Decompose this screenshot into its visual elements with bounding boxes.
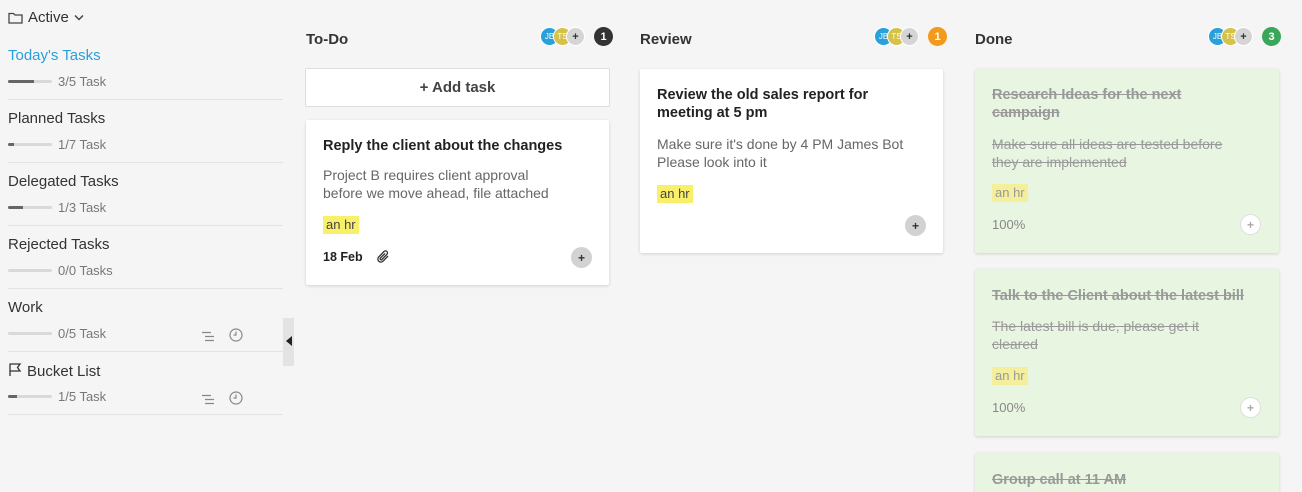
- sidebar-item-rejected-tasks[interactable]: Rejected Tasks 0/0 Tasks: [8, 226, 283, 289]
- sidebar-item-bucket-list[interactable]: Bucket List 1/5 Task: [8, 352, 283, 415]
- attachment-icon[interactable]: [376, 249, 390, 269]
- folder-icon: [8, 11, 23, 24]
- task-count: 0/5 Task: [58, 326, 107, 341]
- task-board-app: Active Today's Tasks 3/5 Task Planned Ta…: [0, 0, 1302, 492]
- column-title: To-Do: [306, 31, 349, 48]
- add-subtask-button[interactable]: +: [1240, 214, 1261, 235]
- add-assignee-button[interactable]: +: [566, 27, 585, 46]
- task-count-badge: 1: [928, 27, 947, 46]
- task-count-badge: 1: [594, 27, 613, 46]
- completion-percent: 100%: [992, 400, 1026, 415]
- collapse-sidebar-button[interactable]: [283, 318, 294, 366]
- completion-percent: 100%: [992, 217, 1026, 232]
- sidebar-item-label: Rejected Tasks: [8, 236, 110, 253]
- task-title-line: campaign: [992, 105, 1060, 121]
- task-description-line: Please look into it: [657, 154, 767, 170]
- caret-left-icon: [285, 333, 292, 351]
- task-description-line: Project B requires client approval: [323, 167, 529, 183]
- column-done: Done JB TS + 3 Research Ideas for the ne…: [974, 0, 1281, 492]
- duration-tag: an hr: [657, 185, 693, 203]
- progress-bar: [8, 206, 52, 209]
- duration-tag: an hr: [992, 184, 1028, 202]
- task-count: 1/3 Task: [58, 200, 107, 215]
- task-count: 0/0 Tasks: [58, 263, 113, 278]
- column-header: Done JB TS + 3: [974, 0, 1281, 68]
- task-count: 3/5 Task: [58, 74, 107, 89]
- task-card[interactable]: Talk to the Client about the latest bill…: [975, 269, 1279, 436]
- sidebar-item-label: Planned Tasks: [8, 110, 106, 127]
- task-list-nav: Today's Tasks 3/5 Task Planned Tasks 1/7…: [8, 37, 283, 415]
- active-filter-label: Active: [28, 9, 69, 26]
- active-filter-dropdown[interactable]: Active: [8, 9, 84, 26]
- progress-bar: [8, 143, 52, 146]
- task-title-line: Talk to the Client about the latest bill: [992, 288, 1244, 304]
- flag-icon: [8, 362, 23, 381]
- subtasks-icon[interactable]: [202, 392, 216, 410]
- task-title-line: Research Ideas for the next: [992, 87, 1182, 103]
- sidebar: Active Today's Tasks 3/5 Task Planned Ta…: [0, 0, 283, 492]
- task-count: 1/5 Task: [58, 389, 107, 404]
- subtasks-icon[interactable]: [202, 329, 216, 347]
- clock-icon[interactable]: [229, 391, 243, 410]
- task-card[interactable]: Reply the client about the changes Proje…: [306, 120, 609, 285]
- add-task-button[interactable]: + Add task: [305, 68, 610, 107]
- progress-bar: [8, 332, 52, 335]
- sidebar-item-label: Bucket List: [27, 363, 101, 380]
- task-title-line: meeting at 5 pm: [657, 105, 768, 121]
- task-description-line: Make sure all ideas are tested before: [992, 136, 1223, 152]
- add-assignee-button[interactable]: +: [900, 27, 919, 46]
- assignee-avatars[interactable]: JB TS +: [874, 27, 919, 46]
- sidebar-item-delegated-tasks[interactable]: Delegated Tasks 1/3 Task: [8, 163, 283, 226]
- sidebar-item-work[interactable]: Work 0/5 Task: [8, 289, 283, 352]
- task-card[interactable]: Research Ideas for the next campaign Mak…: [975, 69, 1279, 253]
- task-description-line: before we move ahead, file attached: [323, 185, 549, 201]
- clock-icon[interactable]: [229, 328, 243, 347]
- sidebar-item-label: Work: [8, 299, 43, 316]
- add-subtask-button[interactable]: +: [905, 215, 926, 236]
- task-description-line: The latest bill is due, please get it: [992, 318, 1200, 334]
- assignee-avatars[interactable]: JB TS +: [1208, 27, 1253, 46]
- due-date: 18 Feb: [323, 250, 363, 264]
- duration-tag: an hr: [992, 367, 1028, 385]
- progress-bar: [8, 80, 52, 83]
- column-header: Review JB TS + 1: [639, 0, 947, 68]
- progress-bar: [8, 395, 52, 398]
- sidebar-item-label: Today's Tasks: [8, 47, 101, 64]
- add-subtask-button[interactable]: +: [571, 247, 592, 268]
- task-count-badge: 3: [1262, 27, 1281, 46]
- column-todo: To-Do JB TS + 1 + Add task Reply the cli…: [305, 0, 613, 492]
- duration-tag: an hr: [323, 216, 359, 234]
- sidebar-item-label: Delegated Tasks: [8, 173, 119, 190]
- sidebar-item-planned-tasks[interactable]: Planned Tasks 1/7 Task: [8, 100, 283, 163]
- add-assignee-button[interactable]: +: [1234, 27, 1253, 46]
- task-title-line: Group call at 11 AM: [992, 472, 1127, 488]
- add-subtask-button[interactable]: +: [1240, 397, 1261, 418]
- column-title: Done: [975, 31, 1013, 48]
- task-title: Reply the client about the changes: [323, 138, 563, 154]
- assignee-avatars[interactable]: JB TS +: [540, 27, 585, 46]
- task-card[interactable]: Review the old sales report for meeting …: [640, 69, 943, 253]
- sidebar-item-todays-tasks[interactable]: Today's Tasks 3/5 Task: [8, 37, 283, 100]
- progress-bar: [8, 269, 52, 272]
- column-header: To-Do JB TS + 1: [305, 0, 613, 68]
- task-title-line: Review the old sales report for: [657, 87, 869, 103]
- task-description-line: Make sure it's done by 4 PM James Bot: [657, 136, 904, 152]
- task-count: 1/7 Task: [58, 137, 107, 152]
- task-card[interactable]: Group call at 11 AM: [975, 453, 1279, 492]
- chevron-down-icon: [74, 14, 84, 21]
- column-review: Review JB TS + 1 Review the old sales re…: [639, 0, 947, 492]
- column-title: Review: [640, 31, 692, 48]
- task-description-line: cleared: [992, 336, 1038, 352]
- task-description-line: they are implemented: [992, 154, 1127, 170]
